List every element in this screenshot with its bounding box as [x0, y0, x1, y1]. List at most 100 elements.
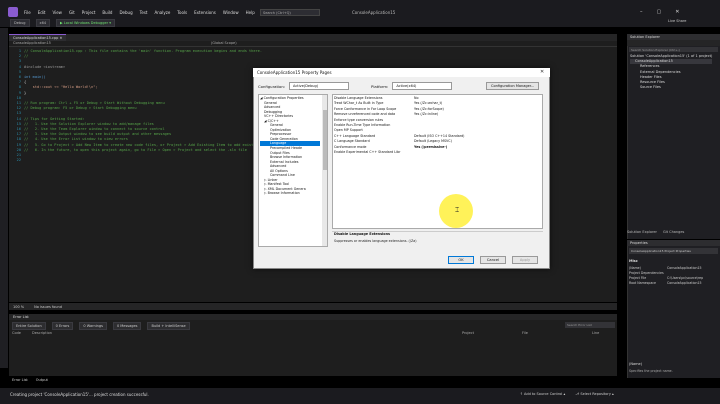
property-value[interactable]: ConsoleApplication15 — [667, 281, 717, 286]
configuration-dropdown[interactable]: Active(Debug) — [289, 82, 350, 90]
tab-output[interactable]: Output — [36, 378, 48, 382]
minimize-icon[interactable]: – — [640, 9, 643, 15]
error-list-columns: Code Description Project File Line — [12, 331, 599, 335]
close-icon[interactable]: ✕ — [675, 9, 679, 15]
zoom-level[interactable]: 100 % — [13, 305, 24, 309]
tab-git-changes[interactable]: Git Changes — [663, 230, 684, 234]
menu-item[interactable]: Debug — [119, 10, 132, 15]
config-dropdown[interactable]: Debug — [10, 19, 30, 27]
select-repository-button[interactable]: ⎇ Select Repository ▴ — [575, 392, 614, 396]
property-grid-rows: Disable Language Extensions No Treat WChar… — [334, 96, 539, 155]
column-header[interactable]: Code — [12, 331, 32, 335]
configuration-row: Configuration: Active(Debug) Platform: A… — [258, 82, 453, 90]
menu-item[interactable]: Extensions — [194, 10, 216, 15]
menu-item[interactable]: Git — [69, 10, 75, 15]
editor-status-strip: 100 % No issues found — [9, 303, 617, 310]
run-debugger-button[interactable]: ▶ Local Windows Debugger ▾ — [56, 19, 115, 27]
configuration-label: Configuration: — [258, 83, 286, 89]
tab-solution-explorer[interactable]: Solution Explorer — [627, 230, 657, 234]
configuration-manager-button[interactable]: Configuration Manager... — [486, 82, 540, 90]
solution-explorer-toolbar — [627, 40, 720, 46]
window-controls: – ▢ ✕ — [640, 9, 679, 15]
bottom-tabs: Error List Output — [12, 378, 48, 382]
code-line[interactable]: // ConsoleApplication15.cpp : This file … — [24, 49, 284, 54]
build-intellisense-dropdown[interactable]: Build + IntelliSense — [147, 322, 190, 330]
ok-button[interactable]: OK — [448, 256, 474, 264]
platform-label: Platform: — [371, 83, 389, 89]
properties-grid: (Name) ConsoleApplication15 Project Depend… — [629, 266, 717, 286]
editor-navbar: ConsoleApplication15 (Global Scope) — [9, 41, 617, 47]
error-list-title: Error List — [9, 314, 617, 320]
menu-item[interactable]: View — [52, 10, 62, 15]
grid-key: Enable Experimental C++ Standard Libr — [334, 150, 401, 155]
nav-project-dropdown[interactable]: ConsoleApplication15 — [13, 41, 51, 46]
solution-search-input[interactable]: Search Solution Explorer (Ctrl+;) — [629, 47, 718, 52]
scope-dropdown[interactable]: Entire Solution — [12, 322, 46, 330]
live-share-button[interactable]: Live Share — [668, 19, 686, 23]
errors-filter-button[interactable]: 0 Errors — [51, 322, 74, 330]
menu-item[interactable]: Help — [246, 10, 255, 15]
menu-item[interactable]: Test — [140, 10, 148, 15]
solution-tree: Solution 'ConsoleApplication15' (1 of 1 … — [630, 54, 713, 90]
property-description-title: (Name) — [629, 362, 643, 366]
column-header[interactable]: Line — [592, 331, 599, 335]
property-tree-items: ◢ Configuration Properties General Advance… — [260, 96, 320, 196]
add-to-source-control-button[interactable]: ↑ Add to Source Control ▴ — [520, 392, 565, 396]
menu-bar: File Edit View Git Project Build Debug Test Anal… — [24, 10, 255, 15]
issues-indicator[interactable]: No issues found — [34, 305, 62, 309]
menu-item[interactable]: Edit — [38, 10, 46, 15]
cancel-button[interactable]: Cancel — [480, 256, 506, 264]
property-description-text: Specifies the project name. — [629, 369, 673, 373]
menu-item[interactable]: Analyze — [155, 10, 171, 15]
tab-error-list[interactable]: Error List — [12, 378, 28, 382]
platform-dropdown-dialog[interactable]: Active(x64) — [392, 82, 453, 90]
dialog-description-text: Suppresses or enables language extension… — [334, 239, 417, 243]
column-header[interactable]: Description — [32, 331, 462, 335]
solution-tree-item[interactable]: Source Files — [630, 85, 712, 90]
left-toolbox-strip — [0, 28, 8, 368]
dialog-buttons: OK Cancel Apply — [448, 256, 538, 264]
column-header[interactable]: Project — [462, 331, 522, 335]
toolbar-items: Debug x64 ▶ Local Windows Debugger ▾ — [10, 19, 115, 27]
code-text[interactable]: // ConsoleApplication15.cpp : This file … — [24, 49, 284, 163]
error-list-toolbar: Entire Solution 0 Errors 0 Warnings 0 Me… — [12, 322, 190, 330]
grid-value[interactable] — [414, 150, 539, 155]
properties-panel — [627, 240, 720, 378]
nav-scope-dropdown[interactable]: (Global Scope) — [211, 41, 237, 46]
code-line[interactable]: // 6. In the future, to open this projec… — [24, 148, 284, 153]
menu-item[interactable]: Window — [223, 10, 239, 15]
property-tree-item[interactable]: ▷ Browse Information — [260, 191, 320, 196]
search-input[interactable]: Search (Ctrl+Q) — [260, 9, 320, 16]
property-grid-row[interactable]: Enable Experimental C++ Standard Libr — [334, 150, 539, 155]
tree-scrollbar-thumb[interactable] — [322, 110, 327, 170]
dialog-close-icon[interactable]: ✕ — [540, 69, 544, 75]
menu-item[interactable]: Tools — [177, 10, 187, 15]
line-numbers: 1 2 3 4 5 6 7 8 9 10 11 12 13 14 15 16 1… — [16, 49, 21, 163]
warnings-filter-button[interactable]: 0 Warnings — [79, 322, 107, 330]
error-list-search-input[interactable]: Search Error List — [565, 322, 615, 328]
menu-item[interactable]: Build — [102, 10, 112, 15]
editor-tab-file[interactable]: ConsoleApplication15.cpp ✕ — [9, 34, 67, 41]
messages-filter-button[interactable]: 0 Messages — [112, 322, 142, 330]
properties-object-selector[interactable]: ConsoleApplication15 Project Properties — [629, 248, 718, 254]
solution-explorer-tabs: Solution Explorer Git Changes — [627, 230, 684, 234]
code-line[interactable] — [24, 158, 284, 163]
apply-button[interactable]: Apply — [512, 256, 538, 264]
mouse-cursor-icon: ⌶ — [455, 206, 460, 214]
menu-item[interactable]: Project — [82, 10, 96, 15]
dialog-description-title: Disable Language Extensions — [334, 232, 391, 236]
menu-item[interactable]: File — [24, 10, 31, 15]
properties-section-misc[interactable]: Misc — [629, 259, 638, 263]
editor-tabs: ConsoleApplication15.cpp ✕ — [9, 34, 617, 41]
properties-title: Properties — [627, 240, 720, 246]
window-title: ConsoleApplication15 — [352, 10, 396, 15]
platform-dropdown[interactable]: x64 — [35, 19, 51, 27]
status-right-items: ↑ Add to Source Control ▴ ⎇ Select Repos… — [520, 392, 614, 396]
dialog-title: ConsoleApplication15 Property Pages — [253, 68, 550, 77]
maximize-icon[interactable]: ▢ — [657, 9, 662, 15]
property-row[interactable]: Root Namespace ConsoleApplication15 — [629, 281, 717, 286]
column-header[interactable]: File — [522, 331, 592, 335]
property-key: Root Namespace — [629, 281, 656, 285]
status-message: Creating project 'ConsoleApplication15'.… — [10, 392, 149, 397]
visual-studio-logo-icon — [8, 7, 18, 17]
